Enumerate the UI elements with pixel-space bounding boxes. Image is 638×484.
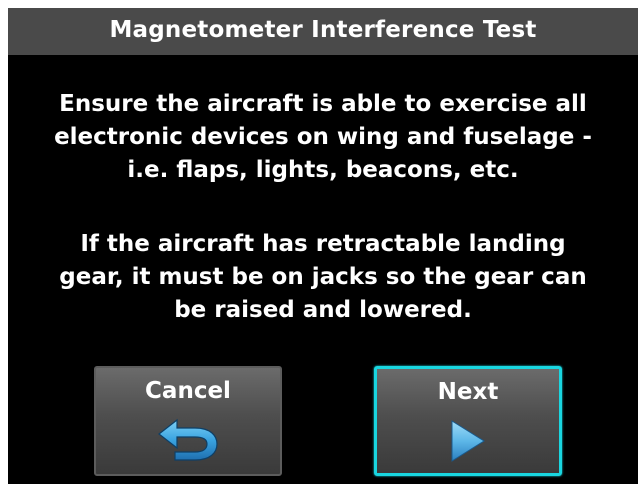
instruction-paragraph-1: Ensure the aircraft is able to exercise …	[8, 88, 638, 187]
play-arrow-icon	[448, 419, 488, 467]
instruction-line: be raised and lowered.	[174, 297, 472, 323]
instruction-line: i.e. flaps, lights, beacons, etc.	[127, 157, 519, 183]
next-button[interactable]: Next	[374, 366, 562, 476]
cancel-button-label: Cancel	[145, 378, 231, 404]
instruction-line: electronic devices on wing and fuselage …	[54, 124, 592, 150]
page-title: Magnetometer Interference Test	[8, 8, 638, 55]
cancel-button[interactable]: Cancel	[94, 366, 282, 476]
next-button-label: Next	[437, 379, 499, 405]
back-arrow-icon	[155, 418, 221, 468]
instruction-line: gear, it must be on jacks so the gear ca…	[59, 264, 587, 290]
screen: Magnetometer Interference Test Ensure th…	[8, 8, 638, 484]
instruction-line: If the aircraft has retractable landing	[80, 231, 566, 257]
instruction-line: Ensure the aircraft is able to exercise …	[59, 91, 587, 117]
instruction-paragraph-2: If the aircraft has retractable landing …	[8, 228, 638, 327]
